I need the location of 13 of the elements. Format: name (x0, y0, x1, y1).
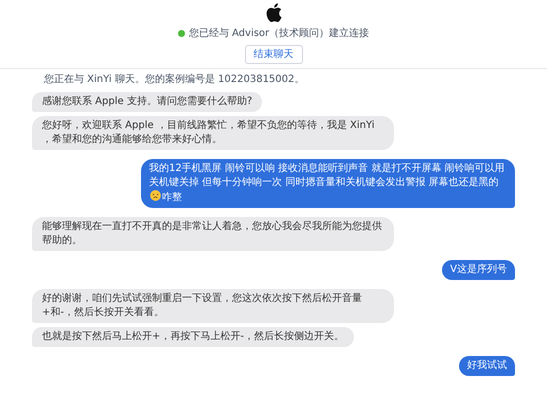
received-message-bubble: 也就是按下然后马上松开+，再按下马上松开-，然后长按侧边开关。 (32, 327, 354, 347)
apple-logo-icon (266, 3, 282, 22)
received-message-bubble: 感谢您联系 Apple 支持。请问您需要什么帮助? (32, 92, 262, 112)
sent-message-bubble: 好我试试 (459, 356, 515, 376)
received-message-bubble: 能够理解现在一直打不开真的是非常让人着急，您放心我会尽我所能为您提供帮助的。 (32, 217, 394, 251)
sent-message-bubble: 我的12手机黑屏 闹铃可以响 接收消息能听到声音 就是打不开屏幕 闹铃响可以用关机键关掉 但每十分钟响一次 同时摁音量和关机键会发出警报 屏幕也还是黑的 咋整 (141, 159, 515, 208)
case-info-text: 您正在与 XinYi 聊天。您的案例编号是 102203815002。 (43, 72, 306, 87)
received-message-bubble: 您好呀，欢迎联系 Apple ，目前线路繁忙，希望不负您的等待，我是 XinYi ，希望和您的沟通能够给您带来好心情。 (32, 116, 394, 150)
sent-message-bubble: V这是序列号 (442, 260, 515, 280)
received-message-bubble: 好的谢谢，咱们先试试强制重启一下设置，您这次依次按下然后松开音量+和-，然后长按开关看看。 (32, 289, 394, 323)
connection-status: 您已经与 Advisor（技术顾问）建立连接 (188, 26, 370, 41)
emoji-icon (150, 190, 161, 201)
end-chat-button[interactable]: 结束聊天 (244, 45, 302, 64)
